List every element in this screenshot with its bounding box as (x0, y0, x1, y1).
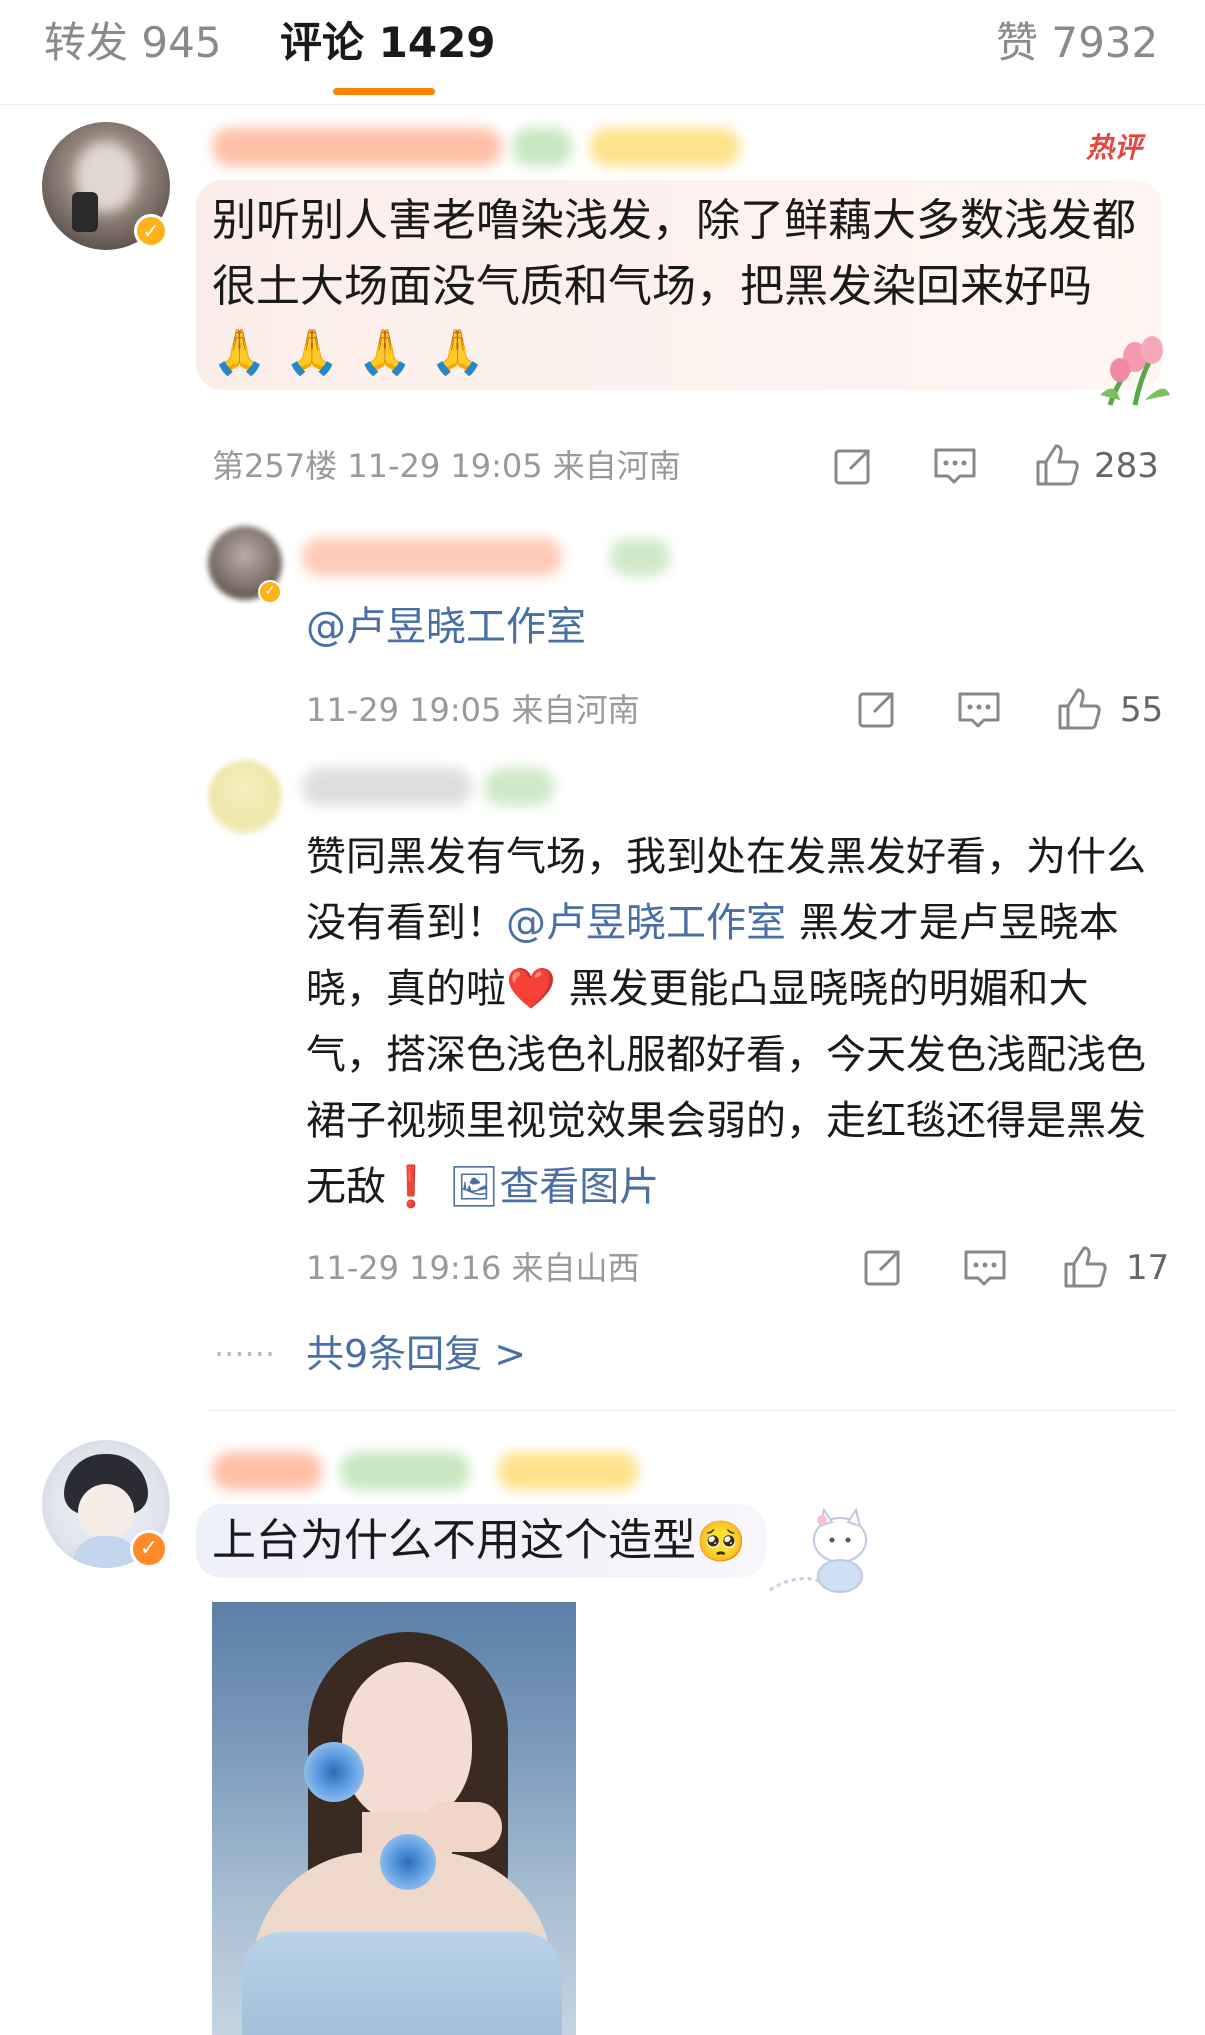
more-replies-link[interactable]: 共9条回复 > (306, 1330, 526, 1378)
reply-meta: 11-29 19:05 来自河南 (306, 691, 640, 729)
reply-text: 赞同黑发有气场，我到处在发黑发好看，为什么没有看到！@卢昱晓工作室 黑发才是卢昱… (306, 824, 1166, 1220)
comment-emojis: 🙏🙏🙏🙏 (212, 327, 504, 378)
username-blurred[interactable] (212, 1452, 322, 1490)
reply-badge-blurred (484, 768, 554, 806)
view-image-link[interactable]: 🖼查看图片 (449, 1164, 660, 1210)
comment-icon[interactable] (932, 444, 978, 488)
mention-link[interactable]: @卢昱晓工作室 (306, 594, 586, 660)
like-count: 55 (1120, 690, 1164, 730)
more-dots: ······ (214, 1335, 276, 1373)
tulip-decoration-icon (1100, 336, 1170, 406)
image-icon: 🖼 (448, 1164, 500, 1210)
tab-repost[interactable]: 转发 945 (44, 18, 222, 68)
reply-meta: 11-29 19:16 来自山西 (306, 1249, 640, 1287)
comment-icon[interactable] (962, 1246, 1008, 1290)
like-icon[interactable] (1060, 1242, 1110, 1292)
like-icon[interactable] (1032, 440, 1082, 490)
verified-badge-icon: ✓ (258, 580, 282, 604)
comment-text-part: 上台为什么不用这个造型 (212, 1515, 696, 1566)
like-count: 17 (1126, 1248, 1170, 1288)
comment-icon[interactable] (956, 688, 1002, 732)
mention-link[interactable]: @卢昱晓工作室 (506, 900, 786, 946)
exclamation-emoji-icon: ❗ (386, 1164, 436, 1210)
comment-image[interactable] (212, 1602, 576, 2035)
reply-avatar[interactable] (208, 760, 282, 834)
reply-username-blurred[interactable] (302, 538, 562, 576)
comment-text: 别听别人害老噜染浅发，除了鲜藕大多数浅发都很土大场面没气质和气场，把黑发染回来好… (212, 195, 1136, 312)
like-count: 283 (1094, 446, 1159, 486)
tab-like[interactable]: 赞 7932 (996, 18, 1158, 68)
comment-text: 上台为什么不用这个造型🥺 (212, 1508, 746, 1575)
heart-emoji-icon: ❤️ (506, 966, 556, 1012)
reply-badge-blurred (610, 538, 670, 576)
comment-meta: 第257楼 11-29 19:05 来自河南 (212, 447, 681, 485)
tab-comment[interactable]: 评论 1429 (280, 18, 496, 68)
user-level-blurred (590, 128, 740, 166)
pleading-face-emoji-icon: 🥺 (696, 1519, 746, 1565)
comment-divider (208, 1410, 1175, 1411)
view-image-label: 查看图片 (499, 1164, 660, 1210)
active-tab-indicator (333, 88, 435, 95)
user-badge-blurred (340, 1452, 470, 1490)
reply-username-blurred[interactable] (302, 768, 472, 806)
share-icon[interactable] (860, 1244, 906, 1290)
verified-badge-icon: ✓ (134, 214, 168, 248)
username-blurred[interactable] (212, 128, 502, 166)
tab-bar: 转发 945 评论 1429 赞 7932 (0, 0, 1205, 105)
share-icon[interactable] (854, 686, 900, 732)
verified-badge-icon: ✓ (130, 1530, 168, 1568)
cat-sticker-decoration-icon (769, 1507, 867, 1593)
share-icon[interactable] (830, 443, 876, 489)
hot-comment-tag: 热评 (1086, 131, 1143, 164)
user-level-blurred (498, 1452, 638, 1490)
like-icon[interactable] (1054, 684, 1104, 734)
user-badge-blurred (512, 128, 572, 166)
